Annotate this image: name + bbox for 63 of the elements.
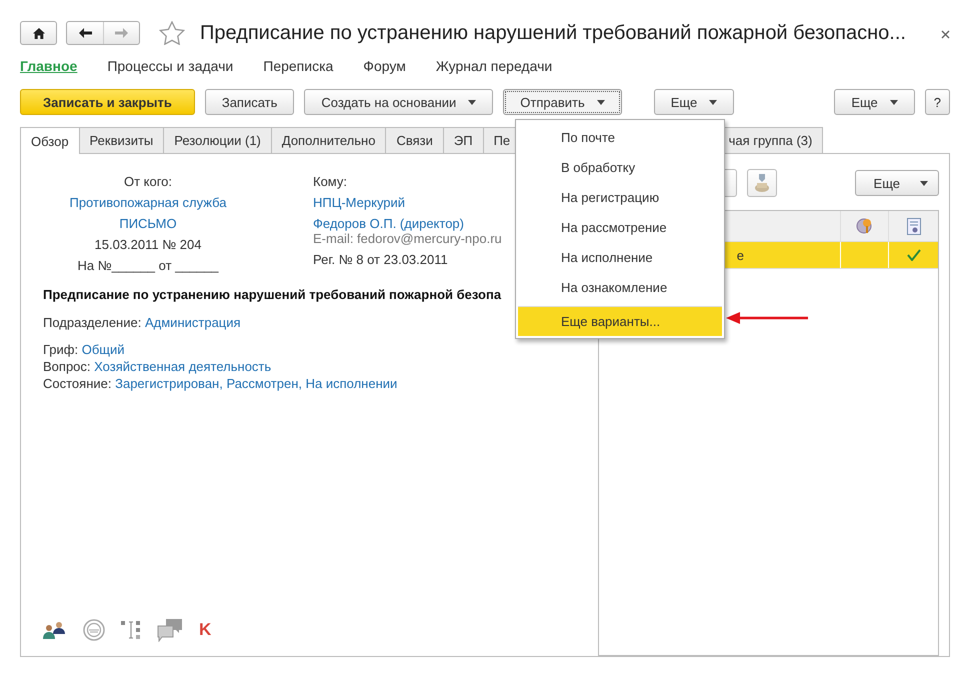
recipient-link[interactable]: НПЦ-Меркурий: [313, 195, 406, 210]
home-icon: [32, 28, 44, 38]
nav-link[interactable]: Журнал передачи: [436, 58, 552, 74]
menu-item[interactable]: На рассмотрение: [518, 212, 722, 242]
field-label: Вопрос:: [43, 359, 91, 374]
tab[interactable]: Обзор: [20, 127, 80, 154]
field-value-link[interactable]: Администрация: [144, 315, 241, 330]
field-value-link[interactable]: Зарегистрирован, Рассмотрен, На исполнении: [115, 376, 398, 391]
field-value-link[interactable]: Хозяйственная деятельность: [94, 359, 272, 374]
document-icon[interactable]: [906, 218, 920, 234]
email-text: E-mail: fedorov@mercury-npo.ru: [313, 231, 502, 246]
dropdown-button[interactable]: Еще: [834, 89, 915, 115]
field-value-link[interactable]: Общий: [82, 342, 125, 357]
circle-icon[interactable]: [83, 619, 105, 641]
table-cell: е: [736, 248, 744, 262]
tab[interactable]: Реквизиты: [78, 127, 164, 153]
toolbar-button[interactable]: Записать: [204, 89, 294, 115]
tab[interactable]: Дополнительно: [270, 127, 386, 153]
caret-icon: [890, 100, 898, 104]
nav-link[interactable]: Форум: [363, 58, 406, 74]
dropdown-button[interactable]: Еще: [654, 89, 734, 115]
more-button[interactable]: Еще: [854, 170, 939, 196]
to-label: Кому:: [313, 174, 347, 189]
caret-icon: [709, 100, 718, 104]
menu-item[interactable]: На ознакомление: [518, 272, 722, 302]
menu-item[interactable]: В обработку: [518, 152, 722, 182]
stamp-icon: [754, 174, 770, 192]
seal-key-icon[interactable]: [856, 217, 874, 235]
menu-item[interactable]: Еще варианты...: [518, 306, 722, 336]
k-mark[interactable]: K: [199, 620, 212, 640]
nav-link[interactable]: Переписка: [263, 58, 334, 74]
registration-number: Рег. № 8 от 23.03.2011: [313, 252, 448, 267]
dropdown-button[interactable]: Отправить: [503, 89, 622, 115]
field-label: Гриф:: [43, 342, 78, 357]
save-close-button[interactable]: Записать и закрыть: [20, 89, 195, 115]
sender-link[interactable]: Противопожарная служба: [69, 195, 226, 210]
from-label: От кого:: [124, 174, 172, 189]
caret-icon: [596, 100, 605, 104]
doc-date: 15.03.2011 № 204: [94, 237, 202, 252]
tree-icon[interactable]: [121, 620, 141, 640]
back-arrow-icon: [78, 28, 92, 38]
tab[interactable]: ЭП: [442, 127, 484, 153]
chat-icon[interactable]: [157, 618, 183, 642]
caret-icon: [468, 100, 476, 104]
caret-icon: [920, 180, 928, 186]
person-link[interactable]: Федоров О.П. (директор): [313, 216, 464, 231]
reply-reference: На №______ от ______: [77, 258, 219, 273]
field-label: Состояние:: [43, 376, 112, 391]
menu-item[interactable]: На регистрацию: [518, 182, 722, 212]
star-icon[interactable]: [159, 21, 185, 45]
home-button[interactable]: [20, 21, 57, 45]
stamp-button[interactable]: [747, 169, 777, 197]
field-label: Подразделение:: [43, 315, 142, 330]
doc-type-link[interactable]: ПИСЬМО: [119, 216, 177, 231]
users-icon[interactable]: [43, 621, 67, 639]
tab[interactable]: Связи: [385, 127, 444, 153]
dropdown-button[interactable]: Создать на основании: [304, 89, 494, 115]
tab[interactable]: Резолюции (1): [163, 127, 272, 153]
forward-arrow-icon: [115, 28, 128, 38]
toolbar-button[interactable]: ?: [924, 89, 950, 115]
subject-text: Предписание по устранению нарушений требований пожарной безопа: [43, 287, 502, 302]
window-title: Предписание по устранению нарушений требований пожарной безопасно...: [200, 22, 907, 44]
nav-link[interactable]: Процессы и задачи: [107, 58, 234, 74]
